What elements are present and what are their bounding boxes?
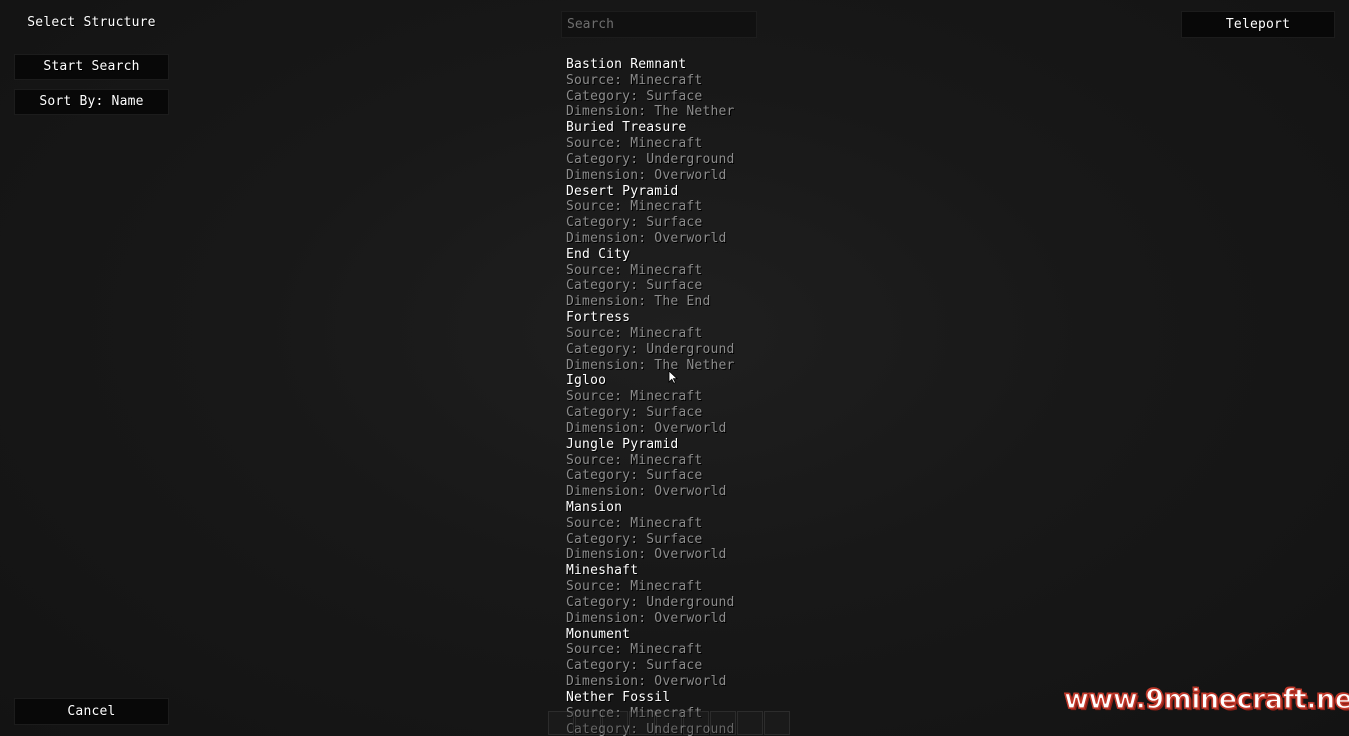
structure-name: Fortress <box>566 310 631 326</box>
structure-source: Source: Minecraft <box>566 325 703 341</box>
structure-source: Source: Minecraft <box>566 389 703 405</box>
structure-entry[interactable]: End City Source: Minecraft Category: Sur… <box>566 247 826 310</box>
structure-name: Desert Pyramid <box>566 183 679 199</box>
structure-name: Buried Treasure <box>566 120 687 136</box>
structure-name: Monument <box>566 626 631 642</box>
structure-source: Source: Minecraft <box>566 199 703 215</box>
structure-name: Mansion <box>566 500 623 516</box>
structure-entry[interactable]: Igloo Source: Minecraft Category: Surfac… <box>566 373 826 436</box>
structure-entry[interactable]: Buried Treasure Source: Minecraft Catego… <box>566 120 826 183</box>
structure-dimension: Dimension: The End <box>566 294 711 310</box>
structure-category: Category: Surface <box>566 658 703 674</box>
structure-category: Category: Surface <box>566 531 703 547</box>
structure-dimension: Dimension: Overworld <box>566 610 727 626</box>
hotbar-slot <box>575 711 601 735</box>
structure-category: Category: Surface <box>566 468 703 484</box>
structure-dimension: Dimension: Overworld <box>566 674 727 690</box>
structure-source: Source: Minecraft <box>566 579 703 595</box>
hotbar-slot <box>656 711 682 735</box>
structure-category: Category: Underground <box>566 341 735 357</box>
structure-category: Category: Underground <box>566 151 735 167</box>
structure-source: Source: Minecraft <box>566 515 703 531</box>
structure-name: End City <box>566 246 631 262</box>
structure-category: Category: Surface <box>566 405 703 421</box>
structure-source: Source: Minecraft <box>566 452 703 468</box>
structure-dimension: Dimension: Overworld <box>566 484 727 500</box>
structure-name: Nether Fossil <box>566 689 671 705</box>
structure-dimension: Dimension: Overworld <box>566 230 727 246</box>
hotbar-slot <box>737 711 763 735</box>
structure-entry[interactable]: Mansion Source: Minecraft Category: Surf… <box>566 500 826 563</box>
structure-name: Mineshaft <box>566 563 639 579</box>
structure-dimension: Dimension: Overworld <box>566 547 727 563</box>
hotbar-background <box>548 711 801 736</box>
hotbar-slot <box>548 711 574 735</box>
structure-category: Category: Surface <box>566 88 703 104</box>
structure-dimension: Dimension: The Nether <box>566 104 735 120</box>
hotbar-slot <box>764 711 790 735</box>
structure-category: Category: Surface <box>566 278 703 294</box>
structure-dimension: Dimension: Overworld <box>566 167 727 183</box>
structure-category: Category: Surface <box>566 215 703 231</box>
structure-source: Source: Minecraft <box>566 642 703 658</box>
structure-entry[interactable]: Desert Pyramid Source: Minecraft Categor… <box>566 184 826 247</box>
structure-dimension: Dimension: The Nether <box>566 357 735 373</box>
structure-entry[interactable]: Bastion Remnant Source: Minecraft Catego… <box>566 57 826 120</box>
teleport-button[interactable]: Teleport <box>1181 11 1335 38</box>
structure-entry[interactable]: Monument Source: Minecraft Category: Sur… <box>566 627 826 690</box>
structure-category: Category: Underground <box>566 594 735 610</box>
structure-select-screen: Select Structure Start Search Sort By: N… <box>0 0 1349 736</box>
start-search-button[interactable]: Start Search <box>14 54 169 80</box>
structure-entry[interactable]: Jungle Pyramid Source: Minecraft Categor… <box>566 437 826 500</box>
structure-source: Source: Minecraft <box>566 72 703 88</box>
hotbar-slot <box>629 711 655 735</box>
watermark: www.9minecraft.net <box>1063 683 1349 716</box>
structure-source: Source: Minecraft <box>566 136 703 152</box>
hotbar-slot <box>683 711 709 735</box>
structure-list[interactable]: Bastion Remnant Source: Minecraft Catego… <box>566 57 826 736</box>
structure-name: Bastion Remnant <box>566 57 687 72</box>
structure-dimension: Dimension: Overworld <box>566 420 727 436</box>
hotbar-slot <box>710 711 736 735</box>
structure-entry[interactable]: Fortress Source: Minecraft Category: Und… <box>566 310 826 373</box>
mouse-cursor-icon <box>668 370 678 384</box>
cancel-button[interactable]: Cancel <box>14 698 169 725</box>
structure-entry[interactable]: Mineshaft Source: Minecraft Category: Un… <box>566 563 826 626</box>
screen-title: Select Structure <box>27 15 156 30</box>
search-input[interactable] <box>561 11 757 38</box>
structure-source: Source: Minecraft <box>566 262 703 278</box>
structure-name: Jungle Pyramid <box>566 436 679 452</box>
hotbar-slot <box>602 711 628 735</box>
structure-name: Igloo <box>566 373 607 389</box>
sort-by-button[interactable]: Sort By: Name <box>14 89 169 115</box>
